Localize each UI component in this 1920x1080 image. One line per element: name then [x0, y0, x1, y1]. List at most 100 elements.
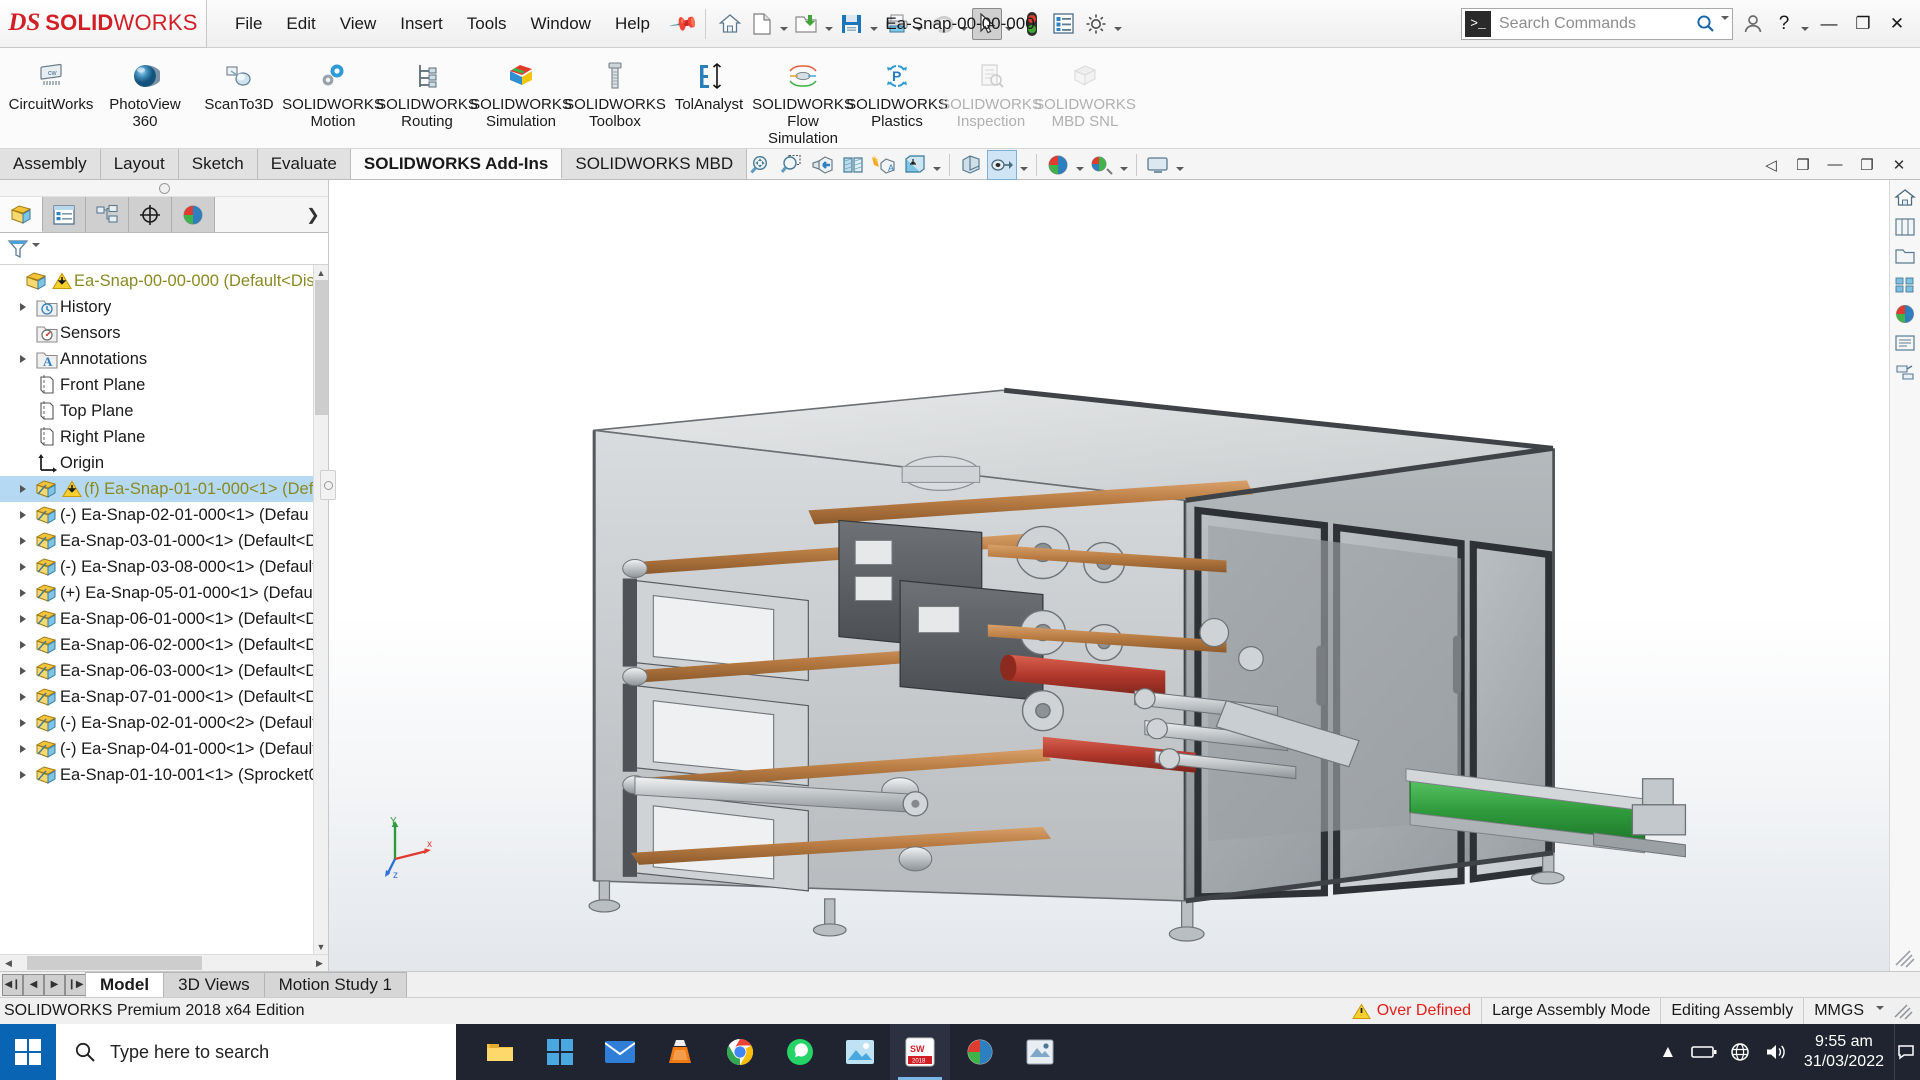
save-caret[interactable] — [869, 8, 880, 40]
photoview-icon[interactable] — [950, 1024, 1010, 1080]
taskbar-search-input[interactable]: Type here to search — [110, 1042, 269, 1063]
tree-row[interactable]: Ea-Snap-03-01-000<1> (Default<Disp — [0, 528, 328, 554]
notifications-icon[interactable] — [1894, 1024, 1916, 1080]
status-resize-grip[interactable] — [1886, 998, 1920, 1024]
display-pane-icon[interactable] — [1892, 213, 1919, 240]
tab-evaluate[interactable]: Evaluate — [257, 149, 351, 179]
view-settings-caret[interactable] — [1174, 150, 1186, 180]
units-caret-icon[interactable] — [1874, 1006, 1886, 1017]
tree-row[interactable]: Ea-Snap-06-02-000<1> (Default<Disp — [0, 632, 328, 658]
panel-splitter-handle[interactable] — [320, 470, 336, 500]
doc-close-button[interactable]: ✕ — [1884, 150, 1914, 180]
twist-arrow[interactable] — [12, 641, 34, 649]
options-list-icon[interactable] — [1049, 8, 1079, 40]
twist-arrow[interactable] — [12, 511, 34, 519]
twist-arrow[interactable] — [12, 771, 34, 779]
graphics-area[interactable]: Y x z — [329, 180, 1920, 971]
decals-icon[interactable] — [1892, 329, 1919, 356]
show-hidden-icons-icon[interactable]: ▲ — [1650, 1024, 1686, 1080]
section-view-icon[interactable] — [838, 150, 868, 180]
tree-row[interactable]: Ea-Snap-01-10-001<1> (Sprocket01< — [0, 762, 328, 788]
ribbon-solidworks-routing[interactable]: SOLIDWORKS Routing — [376, 54, 478, 131]
tree-row[interactable]: (-) Ea-Snap-02-01-000<2> (Default<D — [0, 710, 328, 736]
display-manager-tab[interactable] — [172, 197, 215, 232]
help-caret[interactable] — [1799, 8, 1810, 40]
property-manager-tab[interactable] — [43, 197, 86, 232]
previous-view-icon[interactable] — [807, 150, 837, 180]
tree-row[interactable]: Sensors — [0, 320, 328, 346]
twist-arrow[interactable] — [12, 303, 34, 311]
doc-minimize-button[interactable]: — — [1820, 150, 1850, 180]
minimize-button[interactable]: — — [1814, 8, 1844, 40]
gear-settings-icon[interactable] — [1081, 8, 1111, 40]
tree-row[interactable]: Origin — [0, 450, 328, 476]
microsoft-store-icon[interactable] — [530, 1024, 590, 1080]
decals-caret[interactable] — [1118, 150, 1130, 180]
scroll-right-arrow[interactable]: ▶ — [311, 955, 328, 972]
tree-row[interactable]: Top Plane — [0, 398, 328, 424]
help-button[interactable]: ? — [1773, 8, 1795, 40]
view-home-icon[interactable] — [1892, 184, 1919, 211]
print-icon[interactable] — [882, 8, 912, 40]
search-icon[interactable] — [1692, 14, 1718, 33]
hide-show-items-icon[interactable] — [956, 150, 986, 180]
select-caret[interactable] — [1004, 8, 1015, 40]
tree-row[interactable]: Ea-Snap-06-03-000<1> (Default<Disp — [0, 658, 328, 684]
tree-row[interactable]: Ea-Snap-07-01-000<1> (Default<Disp — [0, 684, 328, 710]
google-chrome-icon[interactable] — [710, 1024, 770, 1080]
undo-icon[interactable] — [927, 8, 957, 40]
print-caret[interactable] — [914, 8, 925, 40]
scenes-sphere-icon[interactable] — [1892, 300, 1919, 327]
new-document-icon[interactable] — [747, 8, 777, 40]
tree-row[interactable]: Right Plane — [0, 424, 328, 450]
tab-assembly[interactable]: Assembly — [0, 149, 101, 179]
doc-prev-button[interactable]: ◁ — [1756, 150, 1786, 180]
windows-start-icon[interactable] — [0, 1024, 56, 1080]
twist-arrow[interactable] — [12, 719, 34, 727]
menu-file[interactable]: File — [223, 9, 274, 39]
ribbon-photoview-360[interactable]: PhotoView 360 — [98, 54, 192, 131]
network-globe-icon[interactable] — [1722, 1024, 1758, 1080]
tree-row[interactable]: A Annotations — [0, 346, 328, 372]
twist-arrow[interactable] — [12, 667, 34, 675]
dimxpert-manager-tab[interactable] — [129, 197, 172, 232]
doc-restore-button[interactable]: ❐ — [1788, 150, 1818, 180]
volume-icon[interactable] — [1758, 1024, 1794, 1080]
ribbon-solidworks-flow-simulation[interactable]: SOLIDWORKS Flow Simulation — [752, 54, 854, 148]
scroll-down-arrow[interactable]: ▼ — [314, 939, 328, 954]
menu-help[interactable]: Help — [603, 9, 662, 39]
tree-row[interactable]: Ea-Snap-06-01-000<1> (Default<Disp — [0, 606, 328, 632]
vlc-media-player-icon[interactable] — [650, 1024, 710, 1080]
ribbon-solidworks-simulation[interactable]: SOLIDWORKS Simulation — [470, 54, 572, 131]
open-folder-icon[interactable] — [792, 8, 822, 40]
tab-layout[interactable]: Layout — [100, 149, 179, 179]
whatsapp-icon[interactable] — [770, 1024, 830, 1080]
panel-grip[interactable] — [0, 180, 328, 197]
tree-row[interactable]: (f) Ea-Snap-01-01-000<1> (Defau — [0, 476, 328, 502]
twist-arrow[interactable] — [12, 589, 34, 597]
feature-tree-tab[interactable] — [0, 197, 43, 232]
nav-next-button[interactable]: ▶ — [44, 973, 65, 996]
search-commands-box[interactable]: >_ Search Commands — [1461, 7, 1733, 40]
battery-icon[interactable] — [1686, 1024, 1722, 1080]
rebuild-traffic-light-icon[interactable] — [1017, 8, 1047, 40]
tree-row[interactable]: (+) Ea-Snap-05-01-000<1> (Default<D — [0, 580, 328, 606]
close-button[interactable]: ✕ — [1882, 8, 1912, 40]
tree-row[interactable]: (-) Ea-Snap-03-08-000<1> (Default<D — [0, 554, 328, 580]
tree-vertical-scrollbar[interactable]: ▲ ▼ — [313, 265, 328, 954]
display-style-icon[interactable] — [900, 150, 930, 180]
ribbon-tolanalyst[interactable]: TolAnalyst — [662, 54, 756, 114]
select-arrow-icon[interactable] — [971, 7, 1002, 40]
twist-arrow[interactable] — [12, 745, 34, 753]
units-label[interactable]: MMGS — [1803, 998, 1874, 1024]
display-style-caret[interactable] — [931, 150, 943, 180]
decals-icon[interactable] — [1087, 150, 1117, 180]
solidworks-2018-icon[interactable]: SW 2018 — [890, 1024, 950, 1080]
open-folder-view-icon[interactable] — [1892, 242, 1919, 269]
tab-sketch[interactable]: Sketch — [178, 149, 258, 179]
ribbon-solidworks-plastics[interactable]: P SOLIDWORKS Plastics — [846, 54, 948, 131]
zoom-to-area-icon[interactable] — [776, 150, 806, 180]
menu-view[interactable]: View — [328, 9, 389, 39]
tab-solidworks-mbd[interactable]: SOLIDWORKS MBD — [562, 149, 748, 179]
menu-insert[interactable]: Insert — [388, 9, 455, 39]
